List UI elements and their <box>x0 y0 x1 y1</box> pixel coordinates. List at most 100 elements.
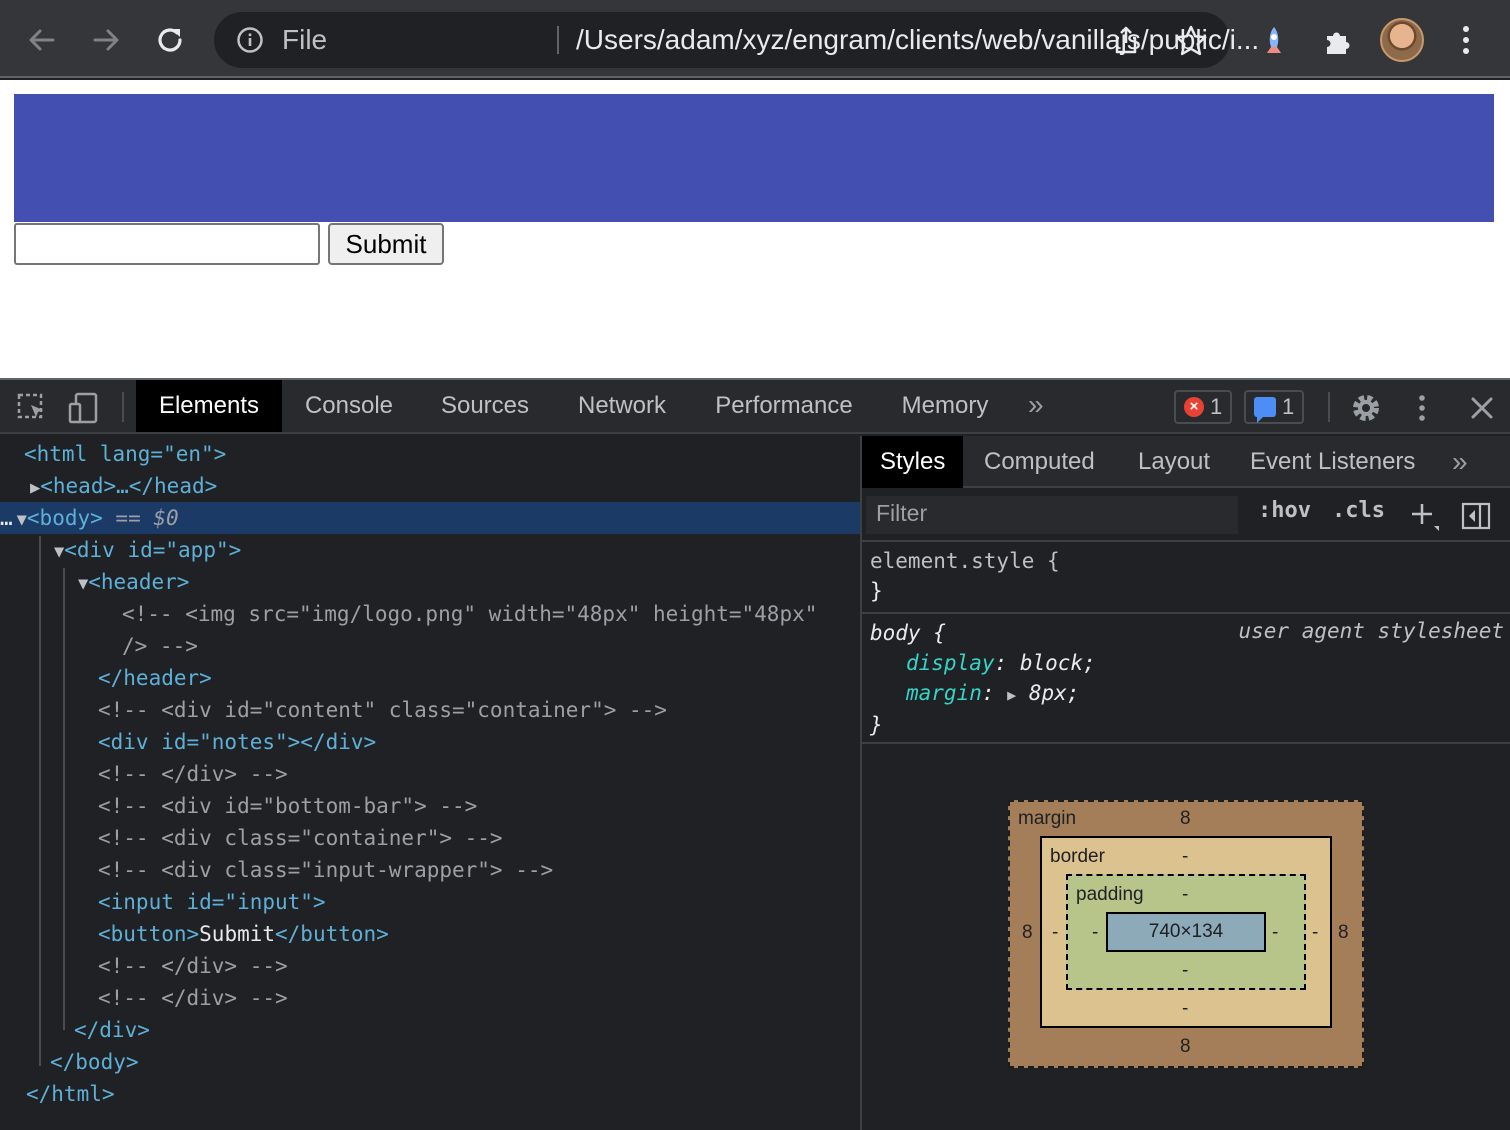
tab-performance[interactable]: Performance <box>700 380 868 432</box>
dom-tree: <html lang="en"> ▶<head>…</head> … ▼<body… <box>0 436 860 1130</box>
tab-memory[interactable]: Memory <box>886 380 1004 432</box>
dom-node-button[interactable]: <button>Submit</button> <box>0 918 860 950</box>
more-tabs-icon[interactable]: » <box>1452 436 1468 488</box>
dom-node-html[interactable]: <html lang="en"> <box>0 438 860 470</box>
collapse-triangle-icon[interactable]: ▼ <box>17 510 27 530</box>
omnibox-divider <box>557 26 559 54</box>
dom-node-head[interactable]: ▶<head>…</head> <box>0 470 860 502</box>
extension-icon[interactable] <box>1248 14 1300 66</box>
border-right-value[interactable]: - <box>1312 922 1318 944</box>
tab-event-listeners[interactable]: Event Listeners <box>1250 436 1415 488</box>
dom-node-header[interactable]: ▼<header> <box>0 566 860 598</box>
dom-node-text: <div id="app"> <box>64 538 242 562</box>
css-property-name[interactable]: display <box>906 651 995 675</box>
extensions-button[interactable] <box>1312 14 1364 66</box>
forward-button[interactable] <box>80 14 132 66</box>
dom-node-comment[interactable]: <!-- <img src="img/logo.png" width="48px… <box>0 598 860 630</box>
css-property-value[interactable]: block; <box>1020 651 1096 675</box>
hov-toggle[interactable]: :hov <box>1258 498 1311 523</box>
share-icon[interactable] <box>1110 24 1142 56</box>
note-input[interactable] <box>14 223 320 265</box>
body-style-rule[interactable]: user agent stylesheet body { display: bl… <box>862 616 1510 744</box>
ellipsis-icon[interactable]: … <box>0 506 13 530</box>
dom-node-div-close[interactable]: </div> <box>0 1014 860 1046</box>
collapse-triangle-icon[interactable]: ▼ <box>54 542 64 562</box>
border-top-value[interactable]: - <box>1182 846 1188 868</box>
back-button[interactable] <box>16 14 68 66</box>
devtools-tabbar: Elements Console Sources Network Perform… <box>0 380 1510 434</box>
dom-node-comment[interactable]: <!-- <div id="bottom-bar"> --> <box>0 790 860 822</box>
tab-layout[interactable]: Layout <box>1138 436 1210 488</box>
dom-node-text: <html lang="en"> <box>24 442 227 466</box>
tab-styles[interactable]: Styles <box>862 436 964 488</box>
message-count-badge[interactable]: 1 <box>1244 390 1305 424</box>
dom-node-text: <body> <box>26 506 103 530</box>
bookmark-star-icon[interactable] <box>1174 24 1208 58</box>
expand-triangle-icon[interactable]: ▶ <box>1007 686 1016 704</box>
margin-top-value[interactable]: 8 <box>1180 808 1191 830</box>
padding-right-value[interactable]: - <box>1272 922 1278 944</box>
error-count-badge[interactable]: × 1 <box>1174 390 1233 424</box>
border-label: border <box>1050 846 1105 867</box>
margin-left-value[interactable]: 8 <box>1022 922 1033 944</box>
address-bar[interactable]: File /Users/adam/xyz/engram/clients/web/… <box>214 12 1259 68</box>
dom-node-body-selected[interactable]: … ▼<body> == $0 <box>0 502 860 534</box>
device-toolbar-icon[interactable] <box>66 390 102 426</box>
css-property-value[interactable]: 8px; <box>1029 681 1080 705</box>
new-style-rule-icon[interactable] <box>1410 502 1440 532</box>
info-icon[interactable] <box>236 26 264 54</box>
dom-node-text: </button> <box>275 922 389 946</box>
app-header-banner <box>14 94 1494 222</box>
browser-menu-button[interactable] <box>1440 14 1492 66</box>
dom-node-text: /> --> <box>122 634 198 658</box>
css-property-name[interactable]: margin <box>906 681 982 705</box>
reload-button[interactable] <box>144 14 196 66</box>
element-style-rule[interactable]: element.style { } <box>862 544 1510 614</box>
cls-toggle[interactable]: .cls <box>1332 498 1385 523</box>
border-left-value[interactable]: - <box>1052 922 1058 944</box>
inspect-element-icon[interactable] <box>14 390 50 426</box>
dom-node-comment[interactable]: <!-- <div class="container"> --> <box>0 822 860 854</box>
dom-node-comment[interactable]: <!-- <div class="input-wrapper"> --> <box>0 854 860 886</box>
padding-left-value[interactable]: - <box>1092 922 1098 944</box>
dom-node-comment[interactable]: /> --> <box>0 630 860 662</box>
dom-node-input[interactable]: <input id="input"> <box>0 886 860 918</box>
close-icon[interactable] <box>1464 390 1500 426</box>
dom-node-div-notes[interactable]: <div id="notes"></div> <box>0 726 860 758</box>
box-model-content[interactable]: 740×134 <box>1106 912 1266 952</box>
dom-node-text: </div> <box>74 1018 150 1042</box>
dom-node-comment[interactable]: <!-- </div> --> <box>0 758 860 790</box>
margin-bottom-value[interactable]: 8 <box>1180 1036 1191 1058</box>
dom-node-header-close[interactable]: </header> <box>0 662 860 694</box>
devtools-menu-icon[interactable] <box>1404 390 1440 426</box>
tab-elements[interactable]: Elements <box>136 380 282 432</box>
styles-filter-input[interactable]: Filter <box>866 496 1238 534</box>
submit-button[interactable]: Submit <box>328 223 444 265</box>
dom-node-text: <!-- <div id="bottom-bar"> --> <box>98 794 478 818</box>
tab-computed[interactable]: Computed <box>984 436 1095 488</box>
dom-node-html-close[interactable]: </html> <box>0 1078 860 1110</box>
padding-top-value[interactable]: - <box>1182 884 1188 906</box>
dom-node-div-app[interactable]: ▼<div id="app"> <box>0 534 860 566</box>
dom-node-comment[interactable]: <!-- </div> --> <box>0 950 860 982</box>
margin-right-value[interactable]: 8 <box>1338 922 1349 944</box>
profile-avatar[interactable] <box>1380 18 1424 62</box>
more-tabs-icon[interactable]: » <box>1028 380 1044 432</box>
toggle-sidebar-icon[interactable] <box>1460 500 1492 532</box>
expand-triangle-icon[interactable]: ▶ <box>30 478 40 498</box>
dom-node-text: <header> <box>88 570 190 594</box>
arrow-left-icon <box>29 29 55 51</box>
padding-bottom-value[interactable]: - <box>1182 960 1188 982</box>
styles-sidebar: Styles Computed Layout Event Listeners »… <box>862 436 1510 1130</box>
tab-network[interactable]: Network <box>562 380 682 432</box>
collapse-triangle-icon[interactable]: ▼ <box>78 574 88 594</box>
devtools-panel: Elements Console Sources Network Perform… <box>0 378 1510 1130</box>
tab-sources[interactable]: Sources <box>424 380 546 432</box>
dom-node-body-close[interactable]: </body> <box>0 1046 860 1078</box>
border-bottom-value[interactable]: - <box>1182 998 1188 1020</box>
dom-node-text: <!-- <div class="input-wrapper"> --> <box>98 858 554 882</box>
dom-node-comment[interactable]: <!-- <div id="content" class="container"… <box>0 694 860 726</box>
dom-node-comment[interactable]: <!-- </div> --> <box>0 982 860 1014</box>
settings-gear-icon[interactable] <box>1348 390 1384 426</box>
tab-console[interactable]: Console <box>290 380 408 432</box>
